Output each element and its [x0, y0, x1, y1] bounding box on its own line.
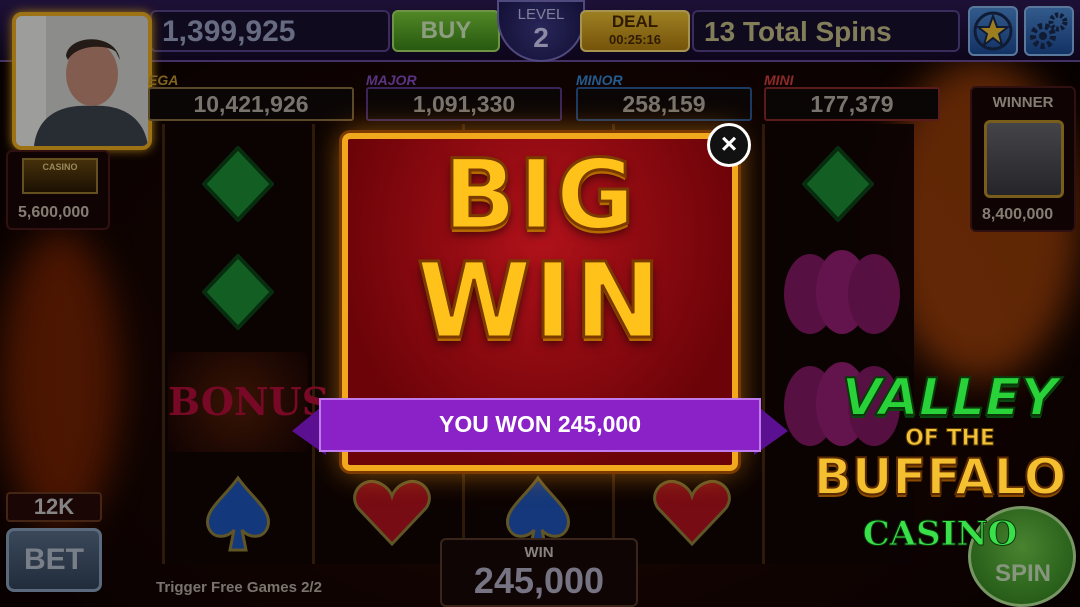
logo-line1: VALLEY — [841, 367, 1059, 429]
big-win-line2: WIN — [415, 240, 664, 362]
win-message: YOU WON 245,000 — [439, 411, 641, 437]
game-logo: VALLEY OF THE BUFFALO CASINO — [800, 367, 1080, 558]
logo-line4: CASINO — [862, 514, 1018, 555]
close-icon: × — [720, 128, 738, 159]
big-win-line1: BIG — [442, 139, 637, 251]
game-stage: BONUS 1,399,925 BUY LEVEL 2 DEAL 00:25:1… — [0, 0, 1080, 607]
logo-line3: BUFFALO — [813, 447, 1068, 507]
close-button[interactable]: × — [707, 123, 751, 167]
